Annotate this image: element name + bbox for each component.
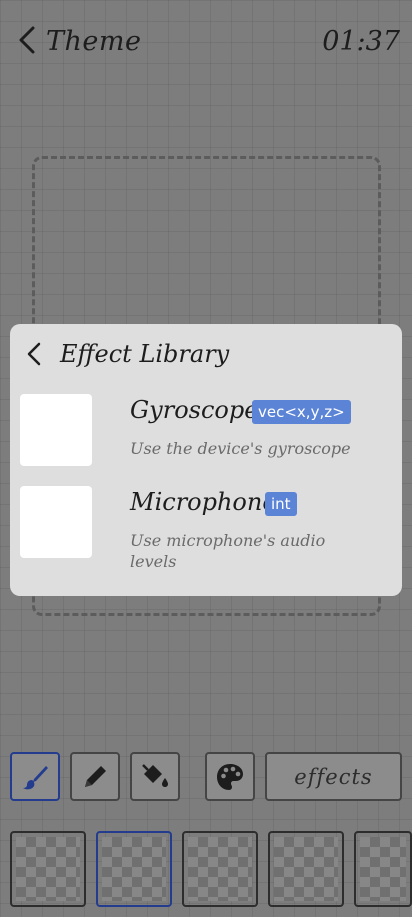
effect-description: Use the device's gyroscope (130, 439, 351, 458)
palette-button[interactable] (205, 752, 255, 801)
paint-bucket-icon (142, 763, 168, 787)
effect-item-gyroscope[interactable]: Gyroscope vec<x,y,z> Use the device's gy… (20, 394, 392, 474)
effect-thumbnail (20, 394, 92, 466)
frame-thumbnail[interactable] (10, 831, 86, 907)
transparent-checker (188, 837, 252, 901)
pencil-tool-button[interactable] (70, 752, 120, 801)
frame-thumbnail[interactable] (354, 831, 412, 907)
page-title: Theme (46, 26, 142, 57)
frame-thumbnail[interactable] (268, 831, 344, 907)
effect-name: Microphone (130, 488, 277, 516)
effects-button[interactable]: effects (265, 752, 402, 801)
library-title: Effect Library (60, 340, 230, 368)
effect-type-badge: vec<x,y,z> (252, 400, 351, 424)
transparent-checker (360, 837, 406, 901)
back-button[interactable] (14, 24, 40, 56)
palette-icon (217, 763, 243, 790)
timer-display: 01:37 (322, 26, 400, 57)
fill-tool-button[interactable] (130, 752, 180, 801)
transparent-checker (102, 837, 166, 901)
effect-thumbnail (20, 486, 92, 558)
brush-tool-button[interactable] (10, 752, 60, 801)
frame-thumbnail[interactable] (182, 831, 258, 907)
brush-icon (23, 765, 48, 789)
library-back-button[interactable] (24, 340, 44, 368)
effect-item-microphone[interactable]: Microphone int Use microphone's audio le… (20, 486, 392, 571)
effect-description: Use microphone's audio levels (130, 531, 326, 571)
header: Theme 01:37 (0, 0, 412, 90)
transparent-checker (16, 837, 80, 901)
effect-library-panel: Effect Library Gyroscope vec<x,y,z> Use … (10, 324, 402, 596)
chevron-left-icon (19, 26, 35, 54)
effect-name: Gyroscope (130, 396, 259, 424)
chevron-left-icon (27, 342, 41, 366)
frame-thumbnail-selected[interactable] (96, 831, 172, 907)
pencil-icon (85, 765, 106, 787)
transparent-checker (274, 837, 338, 901)
effect-type-badge: int (265, 492, 297, 516)
